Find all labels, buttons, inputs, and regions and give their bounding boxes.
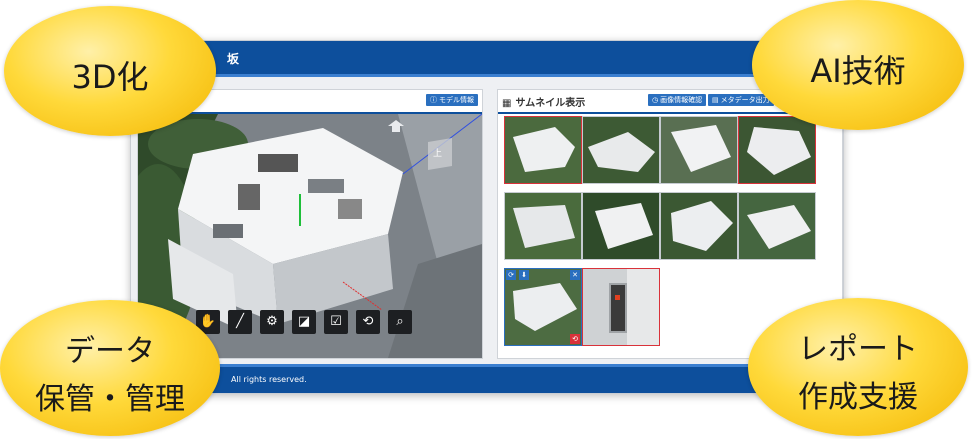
sync-button[interactable]: ⟲ — [356, 310, 380, 334]
model-panel: ⓘ モデル情報 上 ✋ ╱ ⚙ ◪ ☑ ⟲ ⌕ — [137, 89, 483, 359]
ruler-icon: ╱ — [236, 314, 244, 329]
thumbnail-4[interactable] — [738, 116, 816, 184]
layers-icon: ◪ — [297, 314, 311, 329]
thumbnail-7[interactable] — [660, 192, 738, 260]
nav-cube-top-label[interactable]: 上 — [433, 146, 442, 159]
bubble-3d: 3D化 — [4, 6, 216, 136]
thumbnail-panel-title: ▦ サムネイル表示 — [502, 98, 586, 109]
grid-icon: ▦ — [502, 98, 512, 109]
app-window: 坂 ⓘ モデル情報 上 ✋ ╱ ⚙ ◪ ☑ ⟲ ⌕ ▦ サムネイル表示 ◷ 画像… — [130, 40, 844, 394]
document-icon: ▤ — [712, 96, 719, 104]
download-icon[interactable]: ⬇ — [519, 270, 529, 280]
model-info-button[interactable]: ⓘ モデル情報 — [426, 94, 478, 106]
zoom-button[interactable]: ⌕ — [388, 310, 412, 334]
refresh-icon[interactable]: ⟲ — [570, 334, 580, 344]
image-info-button[interactable]: ◷ 画像情報確認 — [648, 94, 707, 106]
thumbnail-9[interactable]: ⟳ ⬇ ✕ ⟲ — [504, 268, 582, 346]
thumbnail-8[interactable] — [738, 192, 816, 260]
thumbnail-5[interactable] — [504, 192, 582, 260]
thumbnail-10[interactable] — [582, 268, 660, 346]
footer: All rights reserved. — [131, 364, 843, 393]
clock-icon: ◷ — [652, 96, 659, 104]
repeat-icon: ⟲ — [362, 314, 374, 329]
close-icon[interactable]: ✕ — [570, 270, 580, 280]
app-title: 坂 — [227, 52, 240, 66]
measure-tool-button[interactable]: ╱ — [228, 310, 252, 334]
rotate-icon[interactable]: ⟳ — [506, 270, 516, 280]
thumbnail-3[interactable] — [660, 116, 738, 184]
search-icon: ⌕ — [396, 314, 404, 329]
model-browser-button[interactable]: ◪ — [292, 310, 316, 334]
thumbnail-6[interactable] — [582, 192, 660, 260]
checkbox-icon: ☑ — [330, 314, 342, 329]
bubble-report: レポート 作成支援 — [748, 298, 968, 436]
bubble-ai: AI技術 — [752, 0, 964, 130]
copyright-text: All rights reserved. — [231, 375, 307, 384]
bubble-data-storage: データ 保管・管理 — [0, 300, 220, 436]
title-bar: 坂 — [131, 41, 843, 77]
settings-button[interactable]: ⚙ — [260, 310, 284, 334]
thumbnail-1[interactable] — [504, 116, 582, 184]
properties-button[interactable]: ☑ — [324, 310, 348, 334]
info-icon: ⓘ — [430, 96, 437, 104]
thumbnail-2[interactable] — [582, 116, 660, 184]
gear-icon: ⚙ — [266, 314, 278, 329]
